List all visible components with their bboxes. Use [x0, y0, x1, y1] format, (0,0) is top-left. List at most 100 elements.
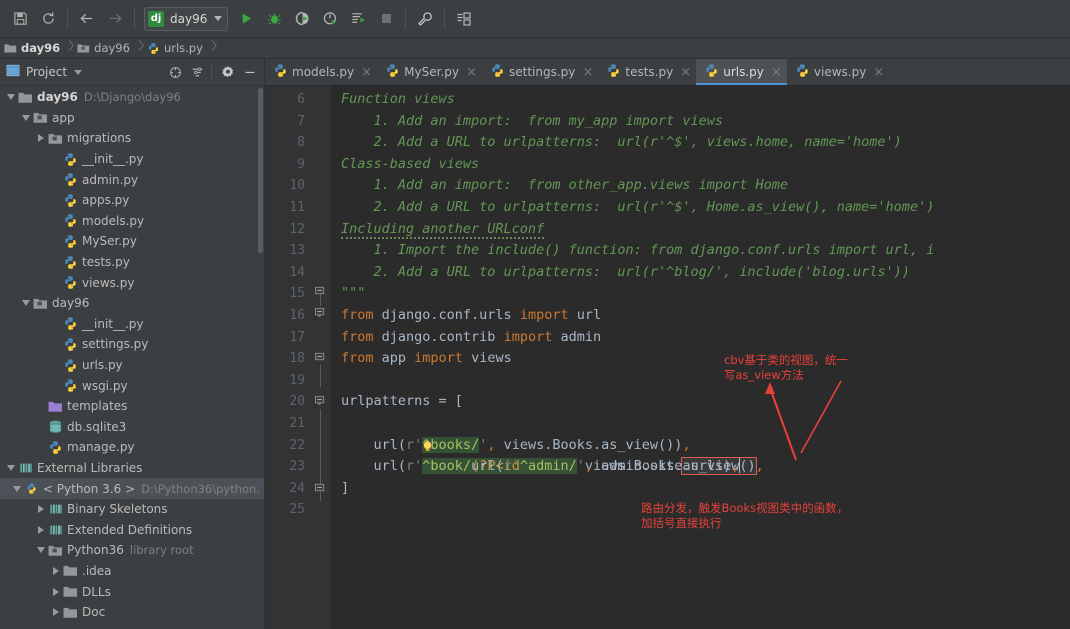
tree-row[interactable]: tests.py [0, 252, 264, 273]
tree-arrow-collapsed-icon[interactable] [50, 582, 62, 602]
fold-marker-expand-icon[interactable] [315, 395, 326, 406]
project-panel-title: Project [26, 65, 68, 79]
tree-row[interactable]: views.py [0, 272, 264, 293]
tree-row[interactable]: < Python 3.6 > D:\Python36\python. [0, 478, 264, 499]
breadcrumb-item-file[interactable]: urls.py [145, 38, 207, 59]
editor-tab-MySer-py[interactable]: MySer.py × [377, 59, 482, 85]
tree-row[interactable]: apps.py [0, 190, 264, 211]
tree-row[interactable]: DLLs [0, 581, 264, 602]
project-tree[interactable]: day96 D:\Django\day96 app migrations __init_… [0, 86, 264, 629]
tree-row[interactable]: admin.py [0, 169, 264, 190]
editor-tab-models-py[interactable]: models.py × [265, 59, 378, 85]
close-icon[interactable]: × [361, 66, 372, 79]
tree-arrow-expanded-icon[interactable] [20, 108, 32, 128]
project-folder-icon [4, 44, 17, 53]
tree-row[interactable]: MySer.py [0, 231, 264, 252]
fold-marker-expand-icon[interactable] [315, 307, 326, 318]
tree-row-label: views.py [82, 275, 135, 290]
forward-button[interactable] [102, 6, 128, 32]
tree-row[interactable]: .idea [0, 561, 264, 582]
run-with-console-button[interactable] [345, 6, 371, 32]
editor-tab-tests-py[interactable]: tests.py × [598, 59, 697, 85]
tree-row[interactable]: wsgi.py [0, 375, 264, 396]
close-icon[interactable]: × [771, 66, 782, 79]
run-configuration-selector[interactable]: dj day96 [144, 6, 229, 31]
back-button[interactable] [74, 6, 100, 32]
project-tree-scrollbar[interactable] [258, 88, 263, 253]
tree-row[interactable]: External Libraries [0, 458, 264, 479]
run-button[interactable] [233, 6, 259, 32]
breadcrumb-item-module[interactable]: day96 [75, 38, 134, 59]
hide-icon[interactable] [240, 62, 260, 82]
tree-row[interactable]: Extended Definitions [0, 519, 264, 540]
close-icon[interactable]: × [466, 66, 477, 79]
stop-button[interactable] [373, 6, 399, 32]
settings-button[interactable] [412, 6, 438, 32]
tree-row[interactable]: templates [0, 396, 264, 417]
tree-row-label: wsgi.py [82, 378, 128, 393]
editor-tab-settings-py[interactable]: settings.py × [481, 59, 599, 85]
tree-row[interactable]: migrations [0, 128, 264, 149]
chevron-down-icon[interactable] [74, 69, 83, 75]
tree-arrow-collapsed-icon[interactable] [50, 602, 62, 622]
tree-row[interactable]: __init__.py [0, 149, 264, 170]
code-line-text: Class-based views [341, 155, 480, 172]
tree-row[interactable]: app [0, 108, 264, 129]
fold-marker-collapse-icon[interactable] [315, 482, 326, 493]
tree-row[interactable]: day96 [0, 293, 264, 314]
breadcrumb-separator-icon [208, 41, 217, 55]
code-line: 2. Add a URL to urlpatterns: url(r'^$', … [331, 197, 1070, 219]
project-structure-button[interactable] [451, 6, 477, 32]
code-editor[interactable]: 6 7 8 9 10 11 12 13 14 15 16 17 18 19 20 21 22 23 24 25 [265, 86, 1070, 629]
profile-button[interactable] [317, 6, 343, 32]
code-text[interactable]: Function views 1. Add an import: from my… [331, 86, 1070, 629]
fold-marker-collapse-icon[interactable] [315, 285, 326, 296]
debug-button[interactable] [261, 6, 287, 32]
tree-row[interactable]: urls.py [0, 355, 264, 376]
tree-arrow-collapsed-icon[interactable] [35, 128, 47, 148]
close-icon[interactable]: × [873, 66, 884, 79]
tree-row[interactable]: day96 D:\Django\day96 [0, 87, 264, 108]
fold-marker-collapse-icon[interactable] [315, 351, 326, 362]
collapse-all-icon[interactable] [187, 62, 207, 82]
tree-arrow-expanded-icon[interactable] [11, 479, 23, 499]
run-coverage-button[interactable] [289, 6, 315, 32]
tree-row[interactable]: manage.py [0, 437, 264, 458]
scope-icon[interactable] [165, 62, 185, 82]
tree-row[interactable]: models.py [0, 211, 264, 232]
tree-arrow-expanded-icon[interactable] [20, 293, 32, 313]
code-line: 1. Add an import: from other_app.views i… [331, 175, 1070, 197]
save-all-button[interactable] [7, 6, 33, 32]
tree-row-label: Binary Skeletons [67, 502, 168, 517]
tree-row[interactable]: __init__.py [0, 314, 264, 335]
tree-row[interactable]: settings.py [0, 334, 264, 355]
toolbar-separator-3 [405, 8, 407, 29]
tree-arrow-expanded-icon[interactable] [5, 458, 17, 478]
tree-row[interactable]: db.sqlite3 [0, 417, 264, 438]
tree-row[interactable]: Binary Skeletons [0, 499, 264, 520]
editor-tab-views-py[interactable]: views.py × [786, 59, 890, 85]
tree-row-label: Doc [82, 605, 106, 620]
close-icon[interactable]: × [680, 66, 691, 79]
tree-row[interactable]: Python36 library root [0, 540, 264, 561]
tree-arrow-spacer [50, 170, 62, 190]
folder-icon [62, 563, 79, 579]
tree-row[interactable]: Doc [0, 602, 264, 623]
tree-arrow-expanded-icon[interactable] [5, 87, 17, 107]
tree-row-label: Python36 [67, 543, 124, 558]
editor-gutter[interactable]: 6 7 8 9 10 11 12 13 14 15 16 17 18 19 20 21 22 23 24 25 [265, 86, 331, 629]
editor-tab-urls-py[interactable]: urls.py × [696, 59, 787, 85]
code-folding-column[interactable] [309, 89, 331, 629]
tree-arrow-collapsed-icon[interactable] [35, 499, 47, 519]
close-icon[interactable]: × [582, 66, 593, 79]
breadcrumb-item-project[interactable]: day96 [2, 38, 64, 59]
editor-tab-label: tests.py [625, 65, 674, 79]
python-file-icon [62, 336, 79, 352]
editor-tab-label: MySer.py [404, 65, 459, 79]
tree-arrow-expanded-icon[interactable] [35, 540, 47, 560]
tree-arrow-collapsed-icon[interactable] [35, 520, 47, 540]
sync-button[interactable] [35, 6, 61, 32]
tree-arrow-collapsed-icon[interactable] [50, 561, 62, 581]
tree-row-sublabel: D:\Python36\python. [141, 481, 260, 496]
gear-icon[interactable] [218, 62, 238, 82]
